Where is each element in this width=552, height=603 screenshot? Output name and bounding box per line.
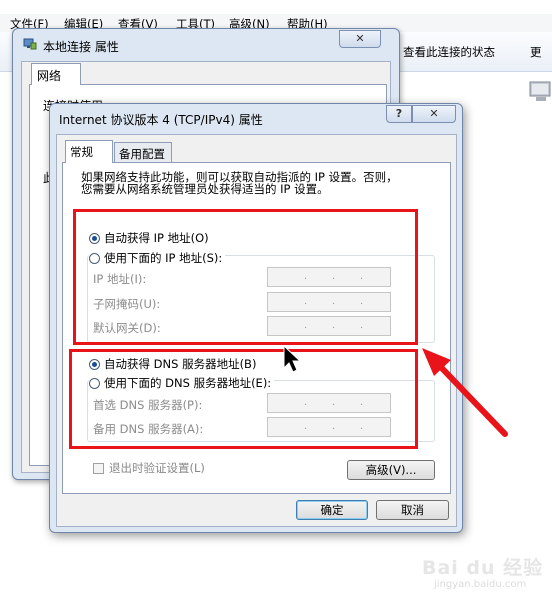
baidu-watermark-url: jingyan.baidu.com [434,579,527,590]
mouse-cursor-icon [283,344,302,373]
baidu-watermark-logo: Bai du 经验 [422,557,544,579]
annotation-overlay [283,344,508,437]
tab-general[interactable]: 常规 [65,140,113,163]
red-arrow-annotation [422,348,508,437]
